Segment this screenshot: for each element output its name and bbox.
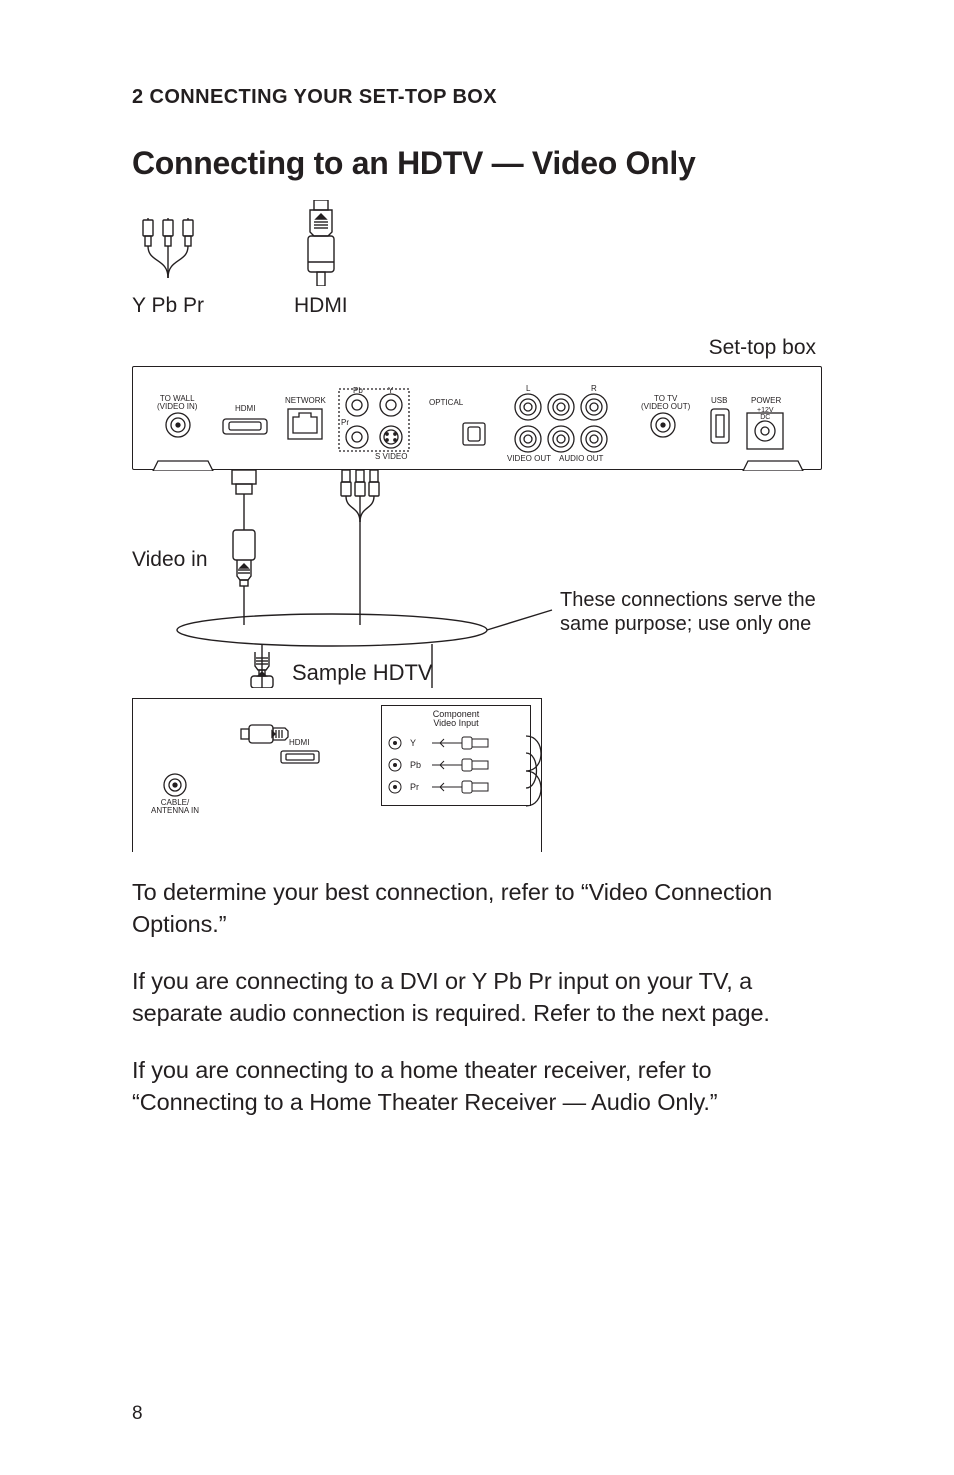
paragraph-1: To determine your best connection, refer… bbox=[132, 876, 822, 941]
page-number: 8 bbox=[132, 1403, 143, 1425]
wiring-diagram: Set-top box bbox=[132, 336, 822, 852]
jack-icon bbox=[388, 736, 402, 750]
port-optical: OPTICAL bbox=[429, 399, 463, 407]
sample-hdtv-label: Sample HDTV bbox=[292, 660, 433, 686]
component-title: Component Video Input bbox=[388, 710, 524, 729]
port-video-out: VIDEO OUT bbox=[507, 455, 551, 463]
page-title: Connecting to an HDTV — Video Only bbox=[132, 145, 822, 182]
rca-plug-icon bbox=[432, 757, 492, 773]
port-power: POWER bbox=[751, 397, 781, 405]
port-usb: USB bbox=[711, 397, 727, 405]
port-svideo: S VIDEO bbox=[375, 453, 407, 461]
port-r: R bbox=[591, 385, 597, 393]
port-dc: +12V DC bbox=[757, 407, 774, 421]
port-to-tv: TO TV (VIDEO OUT) bbox=[641, 395, 690, 411]
rca-plug-icon bbox=[432, 779, 492, 795]
ypbpr-label: Y Pb Pr bbox=[132, 294, 204, 318]
port-audio-out: AUDIO OUT bbox=[559, 455, 603, 463]
hdmi-label: HDMI bbox=[294, 294, 348, 318]
paragraph-2: If you are connecting to a DVI or Y Pb P… bbox=[132, 965, 822, 1030]
port-hdmi: HDMI bbox=[235, 405, 255, 413]
port-network: NETWORK bbox=[285, 397, 326, 405]
stb-caption: Set-top box bbox=[132, 336, 822, 360]
connection-note: These connections serve the same purpose… bbox=[560, 588, 820, 636]
rca-plug-icon bbox=[432, 735, 492, 751]
jack-icon bbox=[388, 758, 402, 772]
jack-icon bbox=[388, 780, 402, 794]
jack-y-label: Y bbox=[410, 738, 424, 748]
port-pr: Pr bbox=[341, 419, 349, 427]
cable-icon-row: Y Pb Pr HDMI bbox=[132, 200, 822, 318]
hdtv-component-box: Component Video Input Y Pb Pr bbox=[381, 705, 531, 806]
video-in-label: Video in bbox=[132, 548, 208, 572]
section-label: 2 CONNECTING YOUR SET-TOP BOX bbox=[132, 86, 822, 109]
jack-pr-label: Pr bbox=[410, 782, 424, 792]
cable-bundle-icon bbox=[526, 726, 556, 816]
stb-rear-panel: TO WALL (VIDEO IN) HDMI NETWORK Pb Y Pr … bbox=[132, 366, 822, 470]
ypbpr-cable-icon: Y Pb Pr bbox=[132, 218, 204, 318]
port-to-wall: TO WALL (VIDEO IN) bbox=[157, 395, 197, 411]
port-pb: Pb bbox=[353, 387, 363, 395]
hdmi-cable-icon: HDMI bbox=[294, 200, 348, 318]
hdtv-hdmi-label: HDMI bbox=[289, 739, 309, 747]
port-l: L bbox=[526, 385, 530, 393]
paragraph-3: If you are connecting to a home theater … bbox=[132, 1054, 822, 1119]
port-y: Y bbox=[388, 387, 393, 395]
hdtv-cable-antenna: CABLE/ ANTENNA IN bbox=[151, 799, 199, 815]
hdtv-rear-panel: CABLE/ ANTENNA IN HDMI Component Video I… bbox=[132, 698, 542, 852]
jack-pb-label: Pb bbox=[410, 760, 424, 770]
